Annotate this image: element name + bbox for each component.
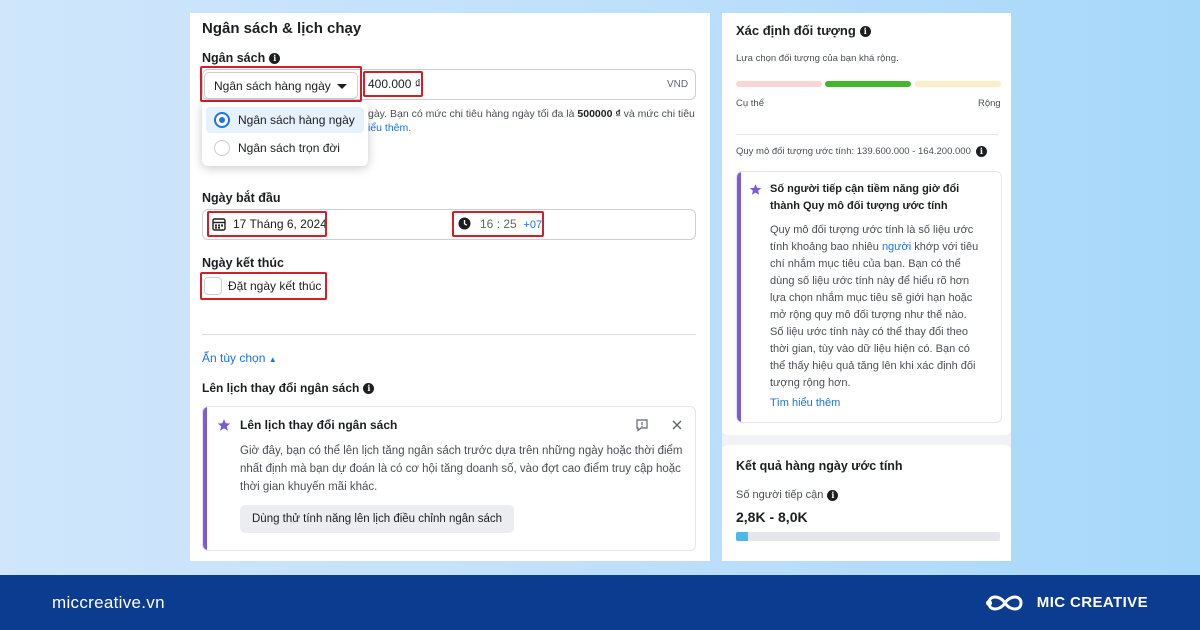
info-icon[interactable]: i — [363, 383, 375, 395]
schedule-card-title: Lên lịch thay đổi ngân sách — [240, 418, 398, 432]
highlight-box — [200, 66, 362, 102]
budget-label: Ngân sách i — [202, 51, 281, 65]
divider — [736, 134, 998, 135]
reach-label: Số người tiếp cận i — [736, 489, 839, 501]
right-panel: Xác định đối tượng i Lựa chọn đối tượng c… — [722, 13, 1011, 561]
audience-bar-broad — [915, 81, 1001, 87]
brand: MIC CREATIVE — [983, 590, 1148, 616]
audience-size: Quy mô đối tượng ước tính: 139.600.000 -… — [736, 146, 987, 157]
audience-subtitle: Lựa chọn đối tượng của bạn khá rộng. — [736, 53, 899, 64]
schedule-budget-card: Lên lịch thay đổi ngân sách Giờ đây, bạn… — [202, 406, 696, 551]
reach-bar — [736, 532, 1000, 541]
highlight-box — [363, 71, 423, 97]
info-icon[interactable]: i — [269, 53, 281, 65]
highlight-box — [200, 272, 327, 300]
chevron-up-icon: ▲ — [268, 355, 277, 364]
tip-body: Quy mô đối tượng ước tính là số liệu ước… — [770, 224, 979, 389]
site-url[interactable]: miccreative.vn — [52, 593, 165, 613]
highlight-box — [207, 211, 327, 237]
close-icon[interactable] — [671, 419, 683, 431]
end-date-label: Ngày kết thúc — [202, 256, 284, 270]
brand-logo-icon — [985, 595, 1023, 610]
info-icon[interactable]: i — [827, 489, 839, 501]
audience-title: Xác định đối tượng i — [736, 23, 871, 38]
divider — [202, 334, 696, 335]
feedback-icon[interactable] — [635, 418, 649, 432]
try-schedule-button[interactable]: Dùng thử tính năng lên lịch điều chỉnh n… — [240, 505, 515, 533]
tip-title: Số người tiếp cận tiềm năng giờ đổi thàn… — [770, 183, 960, 212]
highlight-box — [452, 211, 544, 237]
footer-bar: miccreative.vn MIC CREATIVE — [0, 575, 1200, 630]
specific-label: Cụ thể — [736, 98, 764, 109]
results-title: Kết quả hàng ngày ước tính — [736, 459, 903, 473]
people-link[interactable]: người — [882, 241, 911, 253]
section-title: Ngân sách & lịch chạy — [202, 20, 362, 37]
audience-bar-specific — [736, 81, 822, 87]
radio-selected — [214, 112, 230, 128]
broad-label: Rộng — [978, 98, 1001, 109]
learn-more-link[interactable]: Tìm hiểu thêm — [770, 397, 840, 409]
star-icon — [749, 184, 762, 195]
daily-results-card: Kết quả hàng ngày ước tính Số người tiếp… — [722, 445, 1011, 561]
radio-unselected — [214, 140, 230, 156]
info-icon[interactable]: i — [859, 26, 871, 38]
option-lifetime-budget[interactable]: Ngân sách trọn đời — [206, 135, 364, 161]
audience-bar-current — [825, 81, 911, 87]
schedule-card-body: Giờ đây, bạn có thể lên lịch tăng ngân s… — [240, 445, 683, 493]
hide-options-link[interactable]: Ẩn tùy chọn ▲ — [202, 351, 277, 365]
budget-hint: gày. Bạn có mức chi tiêu hàng ngày tối đ… — [368, 108, 695, 120]
currency-label: VND — [667, 79, 689, 90]
reach-value: 2,8K - 8,0K — [736, 509, 808, 525]
audience-tip-card: Số người tiếp cận tiềm năng giờ đổi thàn… — [736, 171, 1002, 423]
schedule-label: Lên lịch thay đổi ngân sách i — [202, 381, 375, 395]
learn-more-link[interactable]: iểu thêm. — [368, 122, 411, 134]
brand-name: MIC CREATIVE — [1036, 594, 1148, 611]
star-icon — [217, 419, 231, 431]
budget-type-dropdown: Ngân sách hàng ngày Ngân sách trọn đời — [202, 102, 368, 166]
reach-bar-fill — [736, 532, 748, 541]
option-daily-budget[interactable]: Ngân sách hàng ngày — [206, 107, 364, 133]
info-icon[interactable]: i — [975, 146, 987, 157]
budget-schedule-panel: Ngân sách & lịch chạy Ngân sách i Ngân sá… — [190, 13, 710, 561]
start-date-label: Ngày bắt đầu — [202, 191, 281, 205]
audience-card: Xác định đối tượng i Lựa chọn đối tượng c… — [722, 13, 1011, 435]
